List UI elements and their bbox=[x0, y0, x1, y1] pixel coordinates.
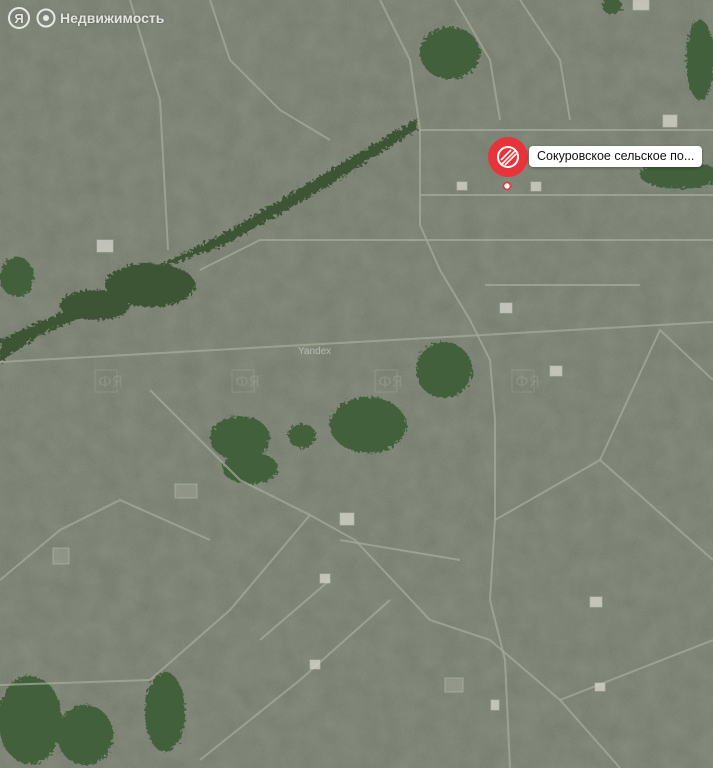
watermark-stamp-text-4: ФЯ bbox=[515, 372, 540, 391]
marker-label[interactable]: Сокуровское сельское по... bbox=[529, 146, 703, 167]
map-container[interactable]: ФЯ ФЯ ФЯ ФЯ Я Недвижимость Yandex Сокуро… bbox=[0, 0, 713, 768]
map-watermark: Yandex bbox=[298, 346, 332, 357]
target-icon bbox=[36, 8, 56, 28]
satellite-map[interactable]: ФЯ ФЯ ФЯ ФЯ bbox=[0, 0, 713, 768]
brand-logo-letter: Я bbox=[14, 10, 24, 26]
brand-header[interactable]: Я Недвижимость bbox=[8, 7, 164, 29]
map-pin-icon[interactable] bbox=[487, 136, 529, 192]
yandex-logo-icon: Я bbox=[8, 7, 30, 29]
watermark-stamp-text-2: ФЯ bbox=[235, 372, 260, 391]
brand-name: Недвижимость bbox=[60, 10, 165, 26]
watermark-stamp-text-1: ФЯ bbox=[98, 372, 123, 391]
watermark-stamp-text-3: ФЯ bbox=[378, 372, 403, 391]
